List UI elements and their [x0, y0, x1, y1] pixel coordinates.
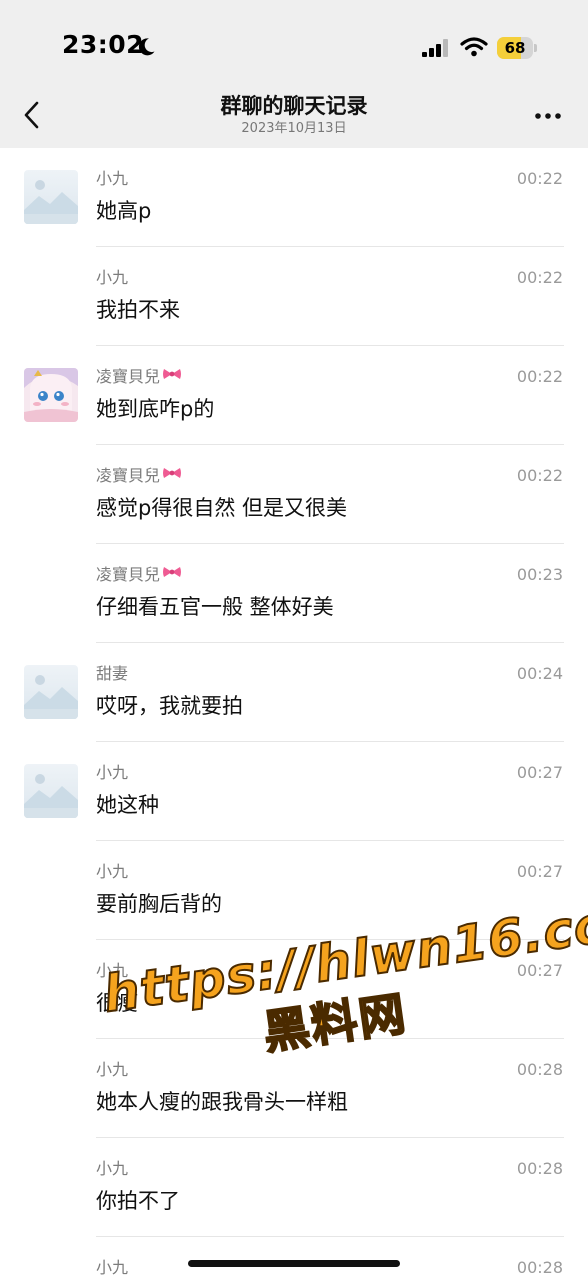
- message-item[interactable]: 小九 00:22 我拍不来: [0, 247, 588, 346]
- avatar-placeholder-icon[interactable]: [24, 764, 78, 818]
- message-item[interactable]: 小九 00:27 很瘦: [0, 940, 588, 1039]
- message-text[interactable]: 她这种: [96, 791, 159, 819]
- message-text[interactable]: 我拍不来: [96, 296, 180, 324]
- message-time: 00:28: [516, 1258, 563, 1277]
- message-text[interactable]: 感觉p得很自然 但是又很美: [96, 494, 347, 522]
- message-time: 00:28: [516, 1060, 563, 1079]
- message-time: 00:27: [516, 961, 563, 980]
- sender-name: 小九: [96, 960, 128, 982]
- message-item[interactable]: 凌寶貝兒 00:23 仔细看五官一般 整体好美: [0, 544, 588, 643]
- wifi-icon: [460, 37, 488, 57]
- message-text[interactable]: 她高p: [96, 197, 151, 225]
- sender-name-text: 凌寶貝兒: [96, 367, 161, 386]
- sender-name-text: 甜妻: [96, 664, 129, 683]
- message-time: 00:22: [516, 367, 563, 386]
- sender-name: 凌寶貝兒: [96, 564, 182, 586]
- message-time: 00:22: [516, 268, 563, 287]
- bow-emoji-icon: [162, 366, 182, 388]
- message-time: 00:24: [516, 664, 563, 683]
- title-block: 群聊的聊天记录 2023年10月13日: [120, 91, 468, 137]
- sender-name: 小九: [96, 762, 128, 784]
- sender-name-text: 小九: [96, 1258, 129, 1277]
- home-indicator[interactable]: [188, 1260, 400, 1267]
- sender-name: 小九: [96, 267, 128, 289]
- status-time: 23:02: [62, 30, 145, 59]
- message-item[interactable]: 小九 00:27 要前胸后背的: [0, 841, 588, 940]
- message-time: 00:27: [516, 763, 563, 782]
- sender-name-text: 小九: [96, 961, 129, 980]
- cellular-signal-icon: [422, 39, 448, 57]
- header-zone: 23:02 68 群聊的聊天记录 2023年10月13日: [0, 0, 588, 148]
- sender-name: 凌寶貝兒: [96, 366, 182, 388]
- back-chevron-icon[interactable]: [18, 97, 48, 133]
- battery-indicator: 68: [497, 37, 537, 59]
- sender-name: 小九: [96, 1257, 128, 1279]
- avatar-placeholder-icon[interactable]: [24, 170, 78, 224]
- avatar-anime-character-icon[interactable]: [24, 368, 78, 422]
- sender-name: 小九: [96, 168, 128, 190]
- status-bar: 23:02 68: [0, 0, 588, 92]
- message-time: 00:27: [516, 862, 563, 881]
- message-text[interactable]: 她本人瘦的跟我骨头一样粗: [96, 1088, 348, 1116]
- message-text[interactable]: 你拍不了: [96, 1187, 180, 1215]
- do-not-disturb-moon-icon: [138, 38, 155, 56]
- battery-level: 68: [504, 39, 526, 57]
- sender-name-text: 小九: [96, 763, 129, 782]
- sender-name-text: 小九: [96, 862, 129, 881]
- sender-name: 凌寶貝兒: [96, 465, 182, 487]
- sender-name-text: 凌寶貝兒: [96, 565, 161, 584]
- message-text[interactable]: 要前胸后背的: [96, 890, 222, 918]
- message-item[interactable]: 凌寶貝兒 00:22 感觉p得很自然 但是又很美: [0, 445, 588, 544]
- sender-name-text: 凌寶貝兒: [96, 466, 161, 485]
- message-item[interactable]: 小九 00:22 她高p: [0, 148, 588, 247]
- more-options-icon[interactable]: [530, 104, 566, 128]
- message-time: 00:22: [516, 169, 563, 188]
- sender-name-text: 小九: [96, 268, 129, 287]
- message-item[interactable]: 凌寶貝兒 00:22 她到底咋p的: [0, 346, 588, 445]
- sender-name: 小九: [96, 1059, 128, 1081]
- message-text[interactable]: 仔细看五官一般 整体好美: [96, 593, 334, 621]
- sender-name: 小九: [96, 1158, 128, 1180]
- sender-name: 小九: [96, 861, 128, 883]
- message-item[interactable]: 小九 00:28: [0, 1237, 588, 1280]
- message-text[interactable]: 哎呀，我就要拍: [96, 692, 243, 720]
- bow-emoji-icon: [162, 564, 182, 586]
- page-title: 群聊的聊天记录: [220, 94, 368, 118]
- message-text[interactable]: 很瘦: [96, 989, 138, 1017]
- avatar-placeholder-icon[interactable]: [24, 665, 78, 719]
- message-item[interactable]: 小九 00:27 她这种: [0, 742, 588, 841]
- message-time: 00:22: [516, 466, 563, 485]
- message-list[interactable]: 小九 00:22 她高p 小九 00:22 我拍不来 凌寶貝兒 00:22 她到底咋p的 凌寶貝兒…: [0, 148, 588, 1280]
- message-time: 00:23: [516, 565, 563, 584]
- message-item[interactable]: 甜妻 00:24 哎呀，我就要拍: [0, 643, 588, 742]
- sender-name-text: 小九: [96, 169, 129, 188]
- message-text[interactable]: 她到底咋p的: [96, 395, 214, 423]
- sender-name-text: 小九: [96, 1159, 129, 1178]
- bow-emoji-icon: [162, 465, 182, 487]
- message-item[interactable]: 小九 00:28 你拍不了: [0, 1138, 588, 1237]
- message-item[interactable]: 小九 00:28 她本人瘦的跟我骨头一样粗: [0, 1039, 588, 1138]
- message-time: 00:28: [516, 1159, 563, 1178]
- sender-name-text: 小九: [96, 1060, 129, 1079]
- page-subtitle: 2023年10月13日: [241, 121, 347, 136]
- sender-name: 甜妻: [96, 663, 128, 685]
